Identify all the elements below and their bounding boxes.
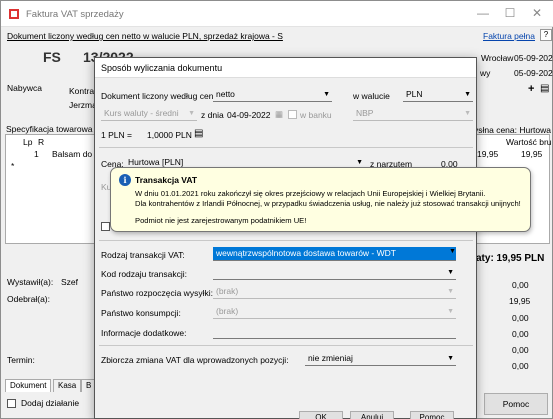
calc-method-dialog: Sposób wyliczania dokumentu Dokument lic… <box>94 57 477 419</box>
sale-date-label: wy <box>480 68 491 78</box>
summary-value-4: 0,00 <box>512 329 529 339</box>
bank-label: w banku <box>300 110 332 120</box>
doc-prefix: FS <box>43 49 61 65</box>
chevron-down-icon: ▼ <box>464 110 471 117</box>
summary-value-1: 0,00 <box>512 280 529 290</box>
summary-value-6: 0,00 <box>512 361 529 371</box>
wystawil-value[interactable]: Szef <box>61 277 78 287</box>
col-r: R <box>38 137 45 147</box>
help-icon[interactable]: ? <box>540 29 552 41</box>
termin-label[interactable]: Termin: <box>7 355 35 365</box>
summary-value-5: 0,00 <box>512 345 529 355</box>
panstwo-rozp-select[interactable]: (brak) ▼ <box>213 285 456 299</box>
rate-kind-select[interactable]: Kurs waluty - średni ▼ <box>101 107 197 121</box>
list-icon[interactable]: ▤ <box>540 83 549 94</box>
rodzaj-select[interactable]: wewnątrzwspólnotowa dostawa towarów - WD… <box>213 247 456 261</box>
chevron-down-icon: ▼ <box>447 269 454 276</box>
row-value-a: 19,95 <box>477 149 499 159</box>
dodaj-checkbox[interactable] <box>7 399 16 408</box>
title-bar: Faktura VAT sprzedaży — ☐ ✕ <box>1 1 553 27</box>
new-row-marker: * <box>11 161 15 171</box>
odebral-label: Odebrał(a): <box>7 294 50 304</box>
dialog-title-bar: Sposób wyliczania dokumentu <box>95 58 476 78</box>
row-name: Balsam do <box>52 149 93 159</box>
vat-tooltip: i Transakcja VAT W dniu 01.01.2021 roku … <box>110 167 531 232</box>
panstwo-rozp-label: Państwo rozpoczęcia wysyłki: <box>101 288 213 298</box>
dialog-title: Sposób wyliczania dokumentu <box>101 63 223 73</box>
cancel-button[interactable]: Anuluj <box>350 411 394 419</box>
zbiorcza-select[interactable]: nie zmieniaj ▼ <box>305 352 456 366</box>
chevron-down-icon: ▼ <box>188 110 195 117</box>
row-lp: 1 <box>34 149 39 159</box>
kod-label: Kod rodzaju transakcji: <box>101 269 187 279</box>
chevron-down-icon[interactable]: ▼ <box>449 248 456 255</box>
nabywca-label[interactable]: Nabywca <box>7 83 42 93</box>
contractor-name: Jerzma <box>69 100 97 110</box>
bank-select[interactable]: NBP ▼ <box>353 107 473 121</box>
zbiorcza-label: Zbiorcza zmiana VAT dla wprowadzonych po… <box>101 355 289 365</box>
sale-date[interactable]: 05-09-2022 <box>514 68 553 78</box>
summary-value-2: 19,95 <box>509 296 531 306</box>
col-lp: Lp <box>23 137 33 147</box>
currency-select[interactable]: PLN ▼ <box>403 88 473 102</box>
total-label: aty: 19,95 PLN <box>476 253 545 264</box>
spec-label: Specyfikacja towarowa <box>6 124 93 134</box>
chevron-down-icon: ▼ <box>447 308 454 315</box>
info-icon: i <box>119 174 131 186</box>
calendar-icon[interactable]: ▦ <box>275 109 283 120</box>
option-checkbox[interactable] <box>101 222 110 231</box>
wystawil-label: Wystawił(a): <box>7 277 54 287</box>
pln-eq-label: 1 PLN = <box>101 130 132 140</box>
chevron-down-icon: ▼ <box>447 355 454 362</box>
add-icon[interactable]: + <box>528 83 534 95</box>
ok-button[interactable]: OK <box>299 411 343 419</box>
window-title: Faktura VAT sprzedaży <box>26 9 124 20</box>
chevron-down-icon: ▼ <box>447 288 454 295</box>
app-icon <box>9 9 19 19</box>
chevron-down-icon: ▼ <box>464 91 471 98</box>
separator <box>99 147 473 148</box>
separator <box>99 240 473 241</box>
tooltip-title: Transakcja VAT <box>135 175 198 185</box>
tooltip-line-3: Podmiot nie jest zarejestrowanym podatni… <box>135 216 307 225</box>
place-label: Wrocław <box>481 53 514 63</box>
tab-kasa[interactable]: Kasa <box>53 379 82 392</box>
pln-eq-value: 1,0000 PLN <box>147 130 192 140</box>
document-calc-link[interactable]: Dokument liczony według cen netto w walu… <box>7 31 283 41</box>
rodzaj-label: Rodzaj transakcji VAT: <box>101 250 185 260</box>
info-label: Informacje dodatkowe: <box>101 328 187 338</box>
rate-date[interactable]: 04-09-2022 <box>227 110 270 120</box>
chevron-down-icon: ▼ <box>323 91 330 98</box>
separator <box>99 345 473 346</box>
tooltip-line-1: W dniu 01.01.2021 roku zakończył się okr… <box>135 189 486 198</box>
z-dnia-label: z dnia <box>201 110 224 120</box>
currency-label: w walucie <box>353 91 390 101</box>
summary-value-3: 0,00 <box>512 313 529 323</box>
panstwo-kons-select[interactable]: (brak) ▼ <box>213 305 456 319</box>
calc-label: Dokument liczony według cen <box>101 91 214 101</box>
issue-date[interactable]: 05-09-2022 <box>514 53 553 63</box>
tooltip-line-2: Dla kontrahentów z Irlandii Północnej, w… <box>135 199 521 208</box>
maximize-button[interactable]: ☐ <box>500 4 520 22</box>
kod-select[interactable]: ▼ <box>213 266 456 280</box>
panstwo-kons-label: Państwo konsumpcji: <box>101 308 181 318</box>
close-button[interactable]: ✕ <box>527 4 547 22</box>
calc-select[interactable]: netto ▼ <box>213 88 332 102</box>
dodaj-label: Dodaj działanie <box>21 398 80 408</box>
tab-dokument[interactable]: Dokument <box>5 379 52 392</box>
minimize-button[interactable]: — <box>473 4 493 22</box>
col-wartosc: Wartość bru <box>506 137 552 147</box>
info-input[interactable] <box>213 325 456 339</box>
contractor-label: Kontra <box>69 86 95 96</box>
calculator-icon[interactable]: ▤ <box>194 128 203 139</box>
faktura-pelna-link[interactable]: Faktura pełna <box>483 31 535 41</box>
row-value-b: 19,95 <box>521 149 543 159</box>
help-button[interactable]: Pomoc <box>410 411 454 419</box>
main-help-button[interactable]: Pomoc <box>484 393 548 415</box>
bank-checkbox[interactable] <box>288 110 297 119</box>
